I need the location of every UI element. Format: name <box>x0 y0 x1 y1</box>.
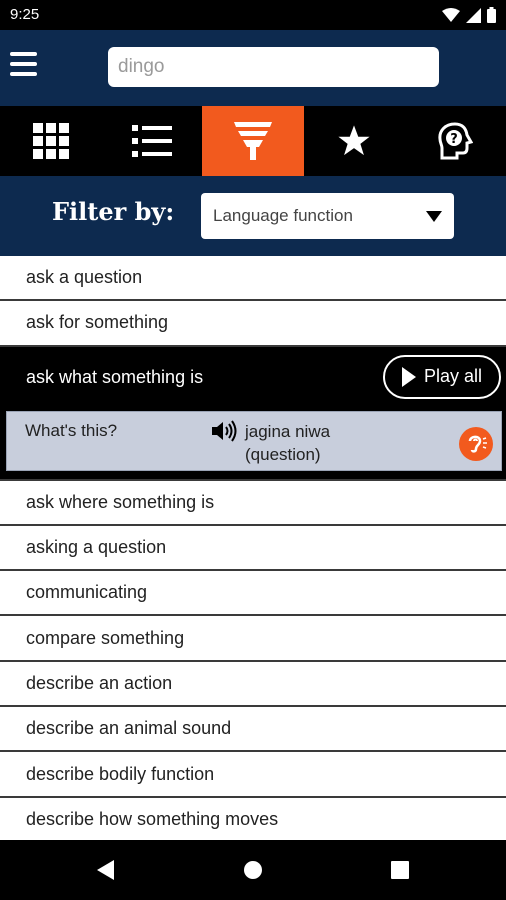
search-input[interactable] <box>108 47 439 87</box>
phrase-row: What's this? jagina niwa (question) <box>6 410 502 471</box>
list-item[interactable]: describe an action <box>0 661 506 708</box>
list-item[interactable]: describe how something moves <box>0 797 506 840</box>
system-nav-bar <box>0 840 506 900</box>
home-icon[interactable] <box>243 860 263 880</box>
tab-grid[interactable] <box>0 106 101 176</box>
tab-list[interactable] <box>101 106 202 176</box>
list-item[interactable]: ask for something <box>0 301 506 347</box>
wifi-icon <box>442 7 460 22</box>
ear-icon[interactable] <box>459 426 493 461</box>
signal-icon <box>466 7 481 23</box>
play-icon <box>401 366 416 387</box>
back-icon[interactable] <box>96 860 116 880</box>
phrase-target-line2: (question) <box>245 444 321 464</box>
filter-icon <box>233 122 272 160</box>
filter-bar: Filter by: Language function <box>0 176 506 256</box>
tab-bar: ? <box>0 106 506 176</box>
list-item-label: ask what something is <box>26 367 204 388</box>
filter-dropdown-value: Language function <box>213 206 353 225</box>
list-item[interactable]: describe an animal sound <box>0 707 506 753</box>
list-item[interactable]: ask a question <box>0 256 506 302</box>
status-icons <box>442 7 496 23</box>
star-icon <box>338 125 370 156</box>
list-icon <box>131 125 172 157</box>
filter-label: Filter by: <box>52 197 175 226</box>
tab-filter[interactable] <box>202 106 304 176</box>
list-item[interactable]: communicating <box>0 571 506 617</box>
tab-favorites[interactable] <box>304 106 405 176</box>
hamburger-menu-icon[interactable] <box>10 52 37 76</box>
phrase-english: What's this? <box>25 420 118 440</box>
battery-icon <box>487 7 496 23</box>
tab-quiz[interactable]: ? <box>405 106 506 176</box>
function-list: ask a question ask for something ask wha… <box>0 256 506 840</box>
grid-icon <box>32 123 69 159</box>
status-time: 9:25 <box>10 6 40 23</box>
chevron-down-icon <box>426 211 442 222</box>
app-header <box>0 30 506 106</box>
play-all-label: Play all <box>423 366 483 387</box>
play-all-button[interactable]: Play all <box>383 354 501 399</box>
head-question-icon: ? <box>438 122 474 160</box>
list-item[interactable]: describe bodily function <box>0 752 506 798</box>
list-item[interactable]: asking a question <box>0 525 506 572</box>
list-item[interactable]: compare something <box>0 616 506 662</box>
status-bar: 9:25 <box>0 0 506 30</box>
filter-dropdown[interactable]: Language function <box>201 193 454 239</box>
phrase-target-line1: jagina niwa <box>245 421 331 441</box>
list-item[interactable]: ask where something is <box>0 480 506 526</box>
list-item-expanded[interactable]: ask what something is Play all <box>0 346 506 409</box>
phrase-container: What's this? jagina niwa (question) <box>0 408 506 481</box>
svg-text:?: ? <box>451 132 459 147</box>
phrase-target: jagina niwa (question) <box>245 420 395 466</box>
recents-icon[interactable] <box>390 860 410 880</box>
speaker-icon[interactable] <box>212 420 238 447</box>
